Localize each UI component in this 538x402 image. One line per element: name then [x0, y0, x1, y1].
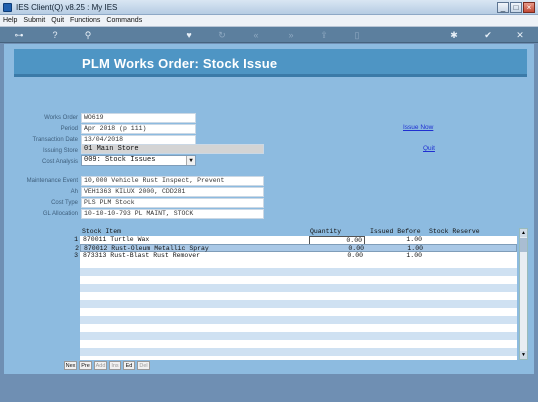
- grid-scrollbar[interactable]: ▲ ▼: [519, 228, 528, 360]
- toolbar: ⊶ ? ⚲ ♥ ↻ « » ⇪ ▯ ✱ ✔ ✕: [0, 27, 538, 43]
- previous-button[interactable]: Pre: [79, 361, 92, 370]
- row-stock-item: 870011 Turtle Wax: [83, 236, 150, 243]
- maintenance-event-field[interactable]: 10,000 Vehicle Rust Inspect, Prevent: [81, 176, 264, 186]
- scroll-down-icon[interactable]: ▼: [520, 351, 527, 359]
- cancel-icon[interactable]: ✕: [514, 30, 526, 40]
- col-issued-before: Issued Before: [370, 228, 421, 235]
- menu-commands[interactable]: Commands: [103, 15, 145, 26]
- app-icon: [3, 3, 12, 12]
- add-button[interactable]: Add: [94, 361, 107, 370]
- cost-analysis-value: 009: Stock Issues: [84, 156, 156, 164]
- page-header: PLM Works Order: Stock Issue: [14, 49, 527, 77]
- period-field[interactable]: Apr 2018 (p 111): [81, 124, 196, 134]
- row-quantity[interactable]: 0.00: [309, 252, 363, 260]
- works-order-label: Works Order: [44, 115, 78, 121]
- window-title: IES Client(Q) v8.25 : My IES: [16, 3, 118, 12]
- window-titlebar: IES Client(Q) v8.25 : My IES _ □ ×: [0, 0, 538, 15]
- chevron-down-icon[interactable]: ▼: [186, 156, 195, 165]
- cost-analysis-select[interactable]: 009: Stock Issues ▼: [81, 155, 196, 166]
- edit-button[interactable]: Ed: [123, 361, 135, 370]
- empty-row: [80, 300, 517, 308]
- gl-allocation-field[interactable]: 10-10-10-793 PL MAINT, STOCK: [81, 209, 264, 219]
- gl-allocation-label: GL Allocation: [42, 211, 78, 217]
- cost-type-label: Cost Type: [51, 200, 78, 206]
- table-row[interactable]: 2 870012 Rust-Oleum Metallic Spray 0.00 …: [75, 244, 517, 252]
- search-icon[interactable]: ⚲: [82, 30, 94, 40]
- export-icon[interactable]: ⇪: [318, 30, 330, 40]
- cost-type-field[interactable]: PLS PLM Stock: [81, 198, 264, 208]
- page-title: PLM Works Order: Stock Issue: [82, 56, 278, 71]
- help-icon[interactable]: ?: [49, 30, 61, 40]
- empty-row: [80, 268, 517, 276]
- empty-row: [80, 348, 517, 356]
- forward-icon[interactable]: »: [285, 30, 297, 40]
- menu-submit[interactable]: Submit: [20, 15, 48, 26]
- grid-body: 1 870011 Turtle Wax 0.00 1.00 2 870012 R…: [74, 236, 517, 360]
- minimize-button[interactable]: _: [497, 2, 509, 13]
- issuing-store-label: Issuing Store: [42, 148, 78, 154]
- insert-button[interactable]: Ins: [109, 361, 121, 370]
- scroll-thumb[interactable]: [520, 238, 527, 252]
- delete-button[interactable]: Del: [137, 361, 150, 370]
- col-quantity: Quantity: [310, 228, 342, 235]
- menu-functions[interactable]: Functions: [67, 15, 103, 26]
- row-stock-item: 873313 Rust-Blast Rust Remover: [83, 252, 201, 259]
- transaction-date-label: Transaction Date: [32, 137, 78, 143]
- issue-now-link[interactable]: Issue Now: [403, 124, 433, 131]
- menu-bar: Help Submit Quit Functions Commands: [0, 15, 538, 27]
- row-number: 3: [74, 252, 78, 259]
- menu-quit[interactable]: Quit: [48, 15, 67, 26]
- next-button[interactable]: Nex: [64, 361, 77, 370]
- grid-header: Stock Item Quantity Issued Before Stock …: [64, 228, 517, 236]
- main-canvas: PLM Works Order: Stock Issue Works Order…: [4, 44, 534, 374]
- refresh-icon[interactable]: ↻: [216, 30, 228, 40]
- scroll-up-icon[interactable]: ▲: [520, 229, 527, 237]
- quit-link[interactable]: Quit: [423, 145, 435, 152]
- cost-analysis-label: Cost Analysis: [41, 159, 78, 165]
- page-icon[interactable]: ▯: [351, 30, 363, 40]
- period-label: Period: [60, 126, 78, 132]
- key-icon[interactable]: ⊶: [10, 30, 28, 40]
- row-issued-before: 1.00: [406, 252, 422, 259]
- maximize-button[interactable]: □: [510, 2, 522, 13]
- col-stock-reserve: Stock Reserve: [429, 228, 480, 235]
- asset-field[interactable]: VEH1363 KILUX 2000, CDD281: [81, 187, 264, 197]
- empty-row: [80, 332, 517, 340]
- row-number: 1: [74, 236, 78, 243]
- heart-icon[interactable]: ♥: [183, 30, 195, 40]
- col-stock-item: Stock Item: [82, 228, 122, 235]
- check-icon[interactable]: ✔: [482, 30, 494, 40]
- stock-grid: Stock Item Quantity Issued Before Stock …: [64, 228, 528, 360]
- table-row[interactable]: 1 870011 Turtle Wax 0.00 1.00: [74, 236, 517, 246]
- close-window-button[interactable]: ×: [523, 2, 535, 13]
- menu-help[interactable]: Help: [0, 15, 20, 26]
- maintenance-event-label: Maintenance Event: [26, 178, 78, 184]
- rewind-icon[interactable]: «: [250, 30, 262, 40]
- empty-row: [80, 284, 517, 292]
- table-row[interactable]: 3 873313 Rust-Blast Rust Remover 0.00 1.…: [74, 252, 517, 260]
- empty-row: [80, 316, 517, 324]
- settings-icon[interactable]: ✱: [448, 30, 460, 40]
- works-order-field[interactable]: WO619: [81, 113, 196, 123]
- row-issued-before: 1.00: [406, 236, 422, 243]
- asset-label: Ah: [70, 189, 78, 195]
- issuing-store-field: 01 Main Store: [81, 144, 264, 154]
